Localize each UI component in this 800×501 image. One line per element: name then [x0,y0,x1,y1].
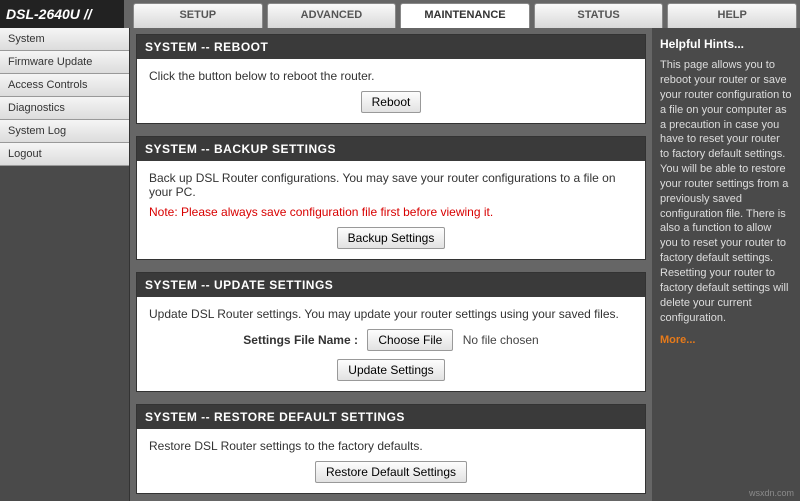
sidebar-item-diagnostics[interactable]: Diagnostics [0,97,129,120]
panel-backup: SYSTEM -- BACKUP SETTINGS Back up DSL Ro… [136,136,646,260]
panel-backup-title: SYSTEM -- BACKUP SETTINGS [137,137,645,161]
panel-update-title: SYSTEM -- UPDATE SETTINGS [137,273,645,297]
tab-advanced[interactable]: ADVANCED [267,3,397,28]
sidebar-item-system-log[interactable]: System Log [0,120,129,143]
choose-file-button[interactable]: Choose File [367,329,453,351]
panel-restore-text: Restore DSL Router settings to the facto… [149,439,633,453]
panel-reboot-title: SYSTEM -- REBOOT [137,35,645,59]
restore-default-button[interactable]: Restore Default Settings [315,461,467,483]
panel-backup-text: Back up DSL Router configurations. You m… [149,171,633,199]
sidebar-item-access-controls[interactable]: Access Controls [0,74,129,97]
panel-backup-note: Note: Please always save configuration f… [149,205,633,219]
brand-label: DSL-2640U [0,0,130,28]
panel-restore: SYSTEM -- RESTORE DEFAULT SETTINGS Resto… [136,404,646,494]
update-settings-button[interactable]: Update Settings [337,359,444,381]
content-area: SYSTEM -- REBOOT Click the button below … [130,28,652,501]
helpful-hints-title: Helpful Hints... [660,36,792,52]
sidebar-item-firmware-update[interactable]: Firmware Update [0,51,129,74]
sidebar-item-system[interactable]: System [0,28,129,51]
tab-setup[interactable]: SETUP [133,3,263,28]
more-link[interactable]: More... [660,333,695,348]
helpful-hints-panel: Helpful Hints... This page allows you to… [652,28,800,501]
top-tabs: SETUP ADVANCED MAINTENANCE STATUS HELP [130,0,800,28]
tab-maintenance[interactable]: MAINTENANCE [400,3,530,28]
tab-help[interactable]: HELP [667,3,797,28]
panel-restore-title: SYSTEM -- RESTORE DEFAULT SETTINGS [137,405,645,429]
panel-reboot: SYSTEM -- REBOOT Click the button below … [136,34,646,124]
panel-update-text: Update DSL Router settings. You may upda… [149,307,633,321]
panel-update: SYSTEM -- UPDATE SETTINGS Update DSL Rou… [136,272,646,392]
backup-settings-button[interactable]: Backup Settings [337,227,446,249]
tab-status[interactable]: STATUS [534,3,664,28]
sidebar: System Firmware Update Access Controls D… [0,28,130,501]
panel-reboot-text: Click the button below to reboot the rou… [149,69,633,83]
helpful-hints-body: This page allows you to reboot your rout… [660,58,792,325]
sidebar-item-logout[interactable]: Logout [0,143,129,166]
file-chosen-status: No file chosen [463,333,539,347]
settings-file-label: Settings File Name : [243,333,358,347]
reboot-button[interactable]: Reboot [361,91,422,113]
